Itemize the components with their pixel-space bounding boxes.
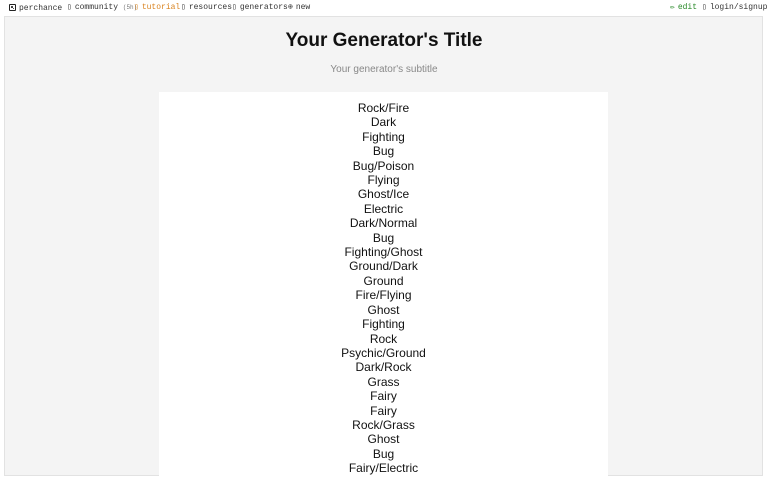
nav-tutorial[interactable]: ▯ tutorial [134, 3, 180, 13]
nav-new[interactable]: ⊕ new [288, 3, 310, 13]
generators-icon: ▯ [232, 3, 237, 12]
nav-generators[interactable]: ▯ generators [232, 3, 288, 13]
output-item: Dark/Rock [355, 360, 412, 375]
output-item: Electric [363, 201, 404, 216]
output-item: Fairy [370, 389, 397, 404]
output-list: Rock/Fire Dark Fighting Bug Bug/Poison F… [159, 101, 608, 476]
output-item: Psychic/Ground [341, 345, 426, 360]
plus-circle-icon: ⊕ [288, 3, 293, 12]
output-item: Bug [372, 230, 395, 245]
page-subtitle: Your generator's subtitle [330, 64, 438, 75]
nav-login-label: login/signup [709, 3, 768, 12]
output-item: Dark/Normal [349, 216, 418, 231]
resources-icon: ▯ [181, 3, 186, 12]
nav-edit[interactable]: ✏ edit [670, 3, 697, 13]
nav-resources-label: resources [188, 3, 233, 12]
nav-community[interactable]: ▯ community (5h) [67, 3, 137, 13]
output-item: Fire/Flying [355, 288, 412, 303]
nav-tutorial-label: tutorial [141, 3, 181, 12]
output-item: Grass [367, 374, 400, 389]
output-item: Flying [367, 173, 400, 188]
nav-login[interactable]: ▯ login/signup [702, 3, 767, 13]
output-item: Fighting [362, 129, 405, 144]
output-item: Rock [369, 331, 398, 346]
nav-perchance-label: perchance [19, 4, 63, 13]
nav-community-label: community [74, 3, 119, 12]
output-item: Rock/Grass [352, 417, 415, 432]
top-nav-bar: perchance ▯ community (5h) ▯ tutorial ▯ res… [0, 0, 768, 16]
dice-icon [9, 4, 16, 11]
login-icon: ▯ [702, 3, 707, 12]
page-title: Your Generator's Title [285, 30, 483, 51]
output-item: Bug [372, 144, 395, 159]
nav-edit-label: edit [677, 3, 698, 12]
output-panel: Rock/Fire Dark Fighting Bug Bug/Poison F… [159, 92, 608, 480]
output-item: Fairy/Electric [348, 461, 419, 476]
output-item: Dark [370, 115, 397, 130]
output-item: Fighting/Ghost [344, 245, 423, 260]
output-item: Fighting [362, 317, 405, 332]
output-item: Ghost/Ice [357, 187, 410, 202]
nav-resources[interactable]: ▯ resources [181, 3, 232, 13]
edit-icon: ✏ [670, 3, 675, 12]
output-item: Bug/Poison [352, 158, 415, 173]
tutorial-icon: ▯ [134, 3, 139, 12]
output-item: Ground [363, 273, 404, 288]
nav-perchance[interactable]: perchance [9, 3, 62, 14]
output-item: Bug [372, 446, 395, 461]
output-item: Fairy [370, 403, 397, 418]
output-item: Rock/Fire [357, 101, 410, 115]
community-icon: ▯ [67, 3, 72, 12]
output-item: Ground/Dark [349, 259, 418, 274]
output-item: Ghost [367, 432, 400, 447]
nav-generators-label: generators [239, 3, 288, 12]
nav-new-label: new [295, 3, 311, 12]
output-item: Ghost [367, 302, 400, 317]
